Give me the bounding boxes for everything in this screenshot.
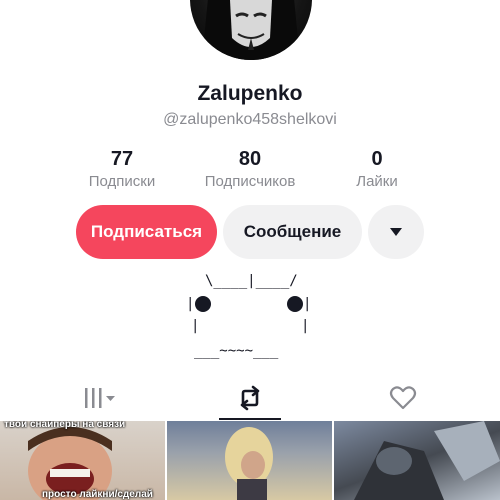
- profile-avatar[interactable]: [190, 0, 312, 60]
- bio-line-3: |: [303, 296, 312, 312]
- tab-liked[interactable]: [363, 378, 443, 418]
- video-thumbnail[interactable]: [167, 421, 332, 500]
- thumbnail-top-caption: твои снайперы на связи: [4, 421, 126, 430]
- grid-bars-icon: [85, 388, 115, 408]
- thumbnail-bottom-caption: просто лайкни/сделай: [42, 489, 153, 500]
- repost-icon: [240, 385, 260, 411]
- bio-eye-right: [287, 296, 303, 312]
- gray-scene-image: [354, 421, 500, 500]
- stat-followers-count: 80: [238, 148, 262, 170]
- more-options-button[interactable]: [368, 205, 424, 259]
- bio-eye-left: [195, 296, 211, 312]
- bio-line-5: |: [301, 318, 310, 334]
- bio-line-4: |: [191, 318, 200, 334]
- video-thumbnail[interactable]: [334, 421, 500, 500]
- stat-following[interactable]: 77 Подписки: [62, 147, 182, 192]
- stat-likes-label: Лайки: [356, 173, 398, 190]
- active-tab-indicator: [219, 418, 281, 420]
- follow-button[interactable]: Подписаться: [76, 205, 217, 259]
- profile-handle: @zalupenko458shelkovi: [163, 111, 337, 128]
- stat-following-count: 77: [110, 148, 134, 170]
- stat-likes-count: 0: [371, 148, 383, 170]
- video-thumbnail[interactable]: твои снайперы на связи просто лайкни/сде…: [0, 421, 165, 500]
- profile-name: Zalupenko: [197, 82, 303, 105]
- video-grid: твои снайперы на связи просто лайкни/сде…: [0, 421, 500, 500]
- message-button[interactable]: Сообщение: [223, 205, 362, 259]
- stat-followers[interactable]: 80 Подписчиков: [190, 147, 310, 192]
- tab-reposts[interactable]: [210, 378, 290, 418]
- mask-figure-image: [202, 0, 300, 60]
- bio-line-6: ___~~~~___: [194, 343, 279, 359]
- bio-line-2: |: [186, 296, 195, 312]
- heart-outline-icon: [389, 386, 417, 410]
- bio-line-1: \____|____/: [205, 273, 298, 289]
- tab-videos[interactable]: [60, 378, 140, 418]
- caret-down-icon: [390, 228, 402, 236]
- singer-performance-image: [225, 427, 273, 500]
- stat-following-label: Подписки: [88, 173, 156, 190]
- stat-followers-label: Подписчиков: [204, 173, 296, 190]
- stat-likes[interactable]: 0 Лайки: [317, 147, 437, 192]
